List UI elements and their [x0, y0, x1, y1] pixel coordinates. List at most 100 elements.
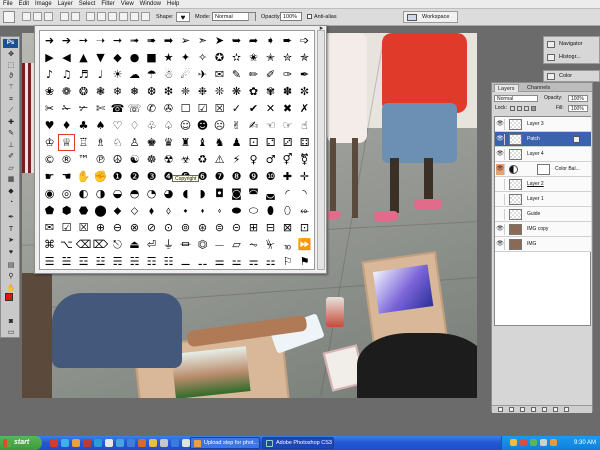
shape-swatch[interactable]: ⬫	[211, 202, 228, 219]
menu-layer[interactable]: Layer	[55, 0, 76, 9]
shape-swatch[interactable]: ●	[126, 49, 143, 66]
shape-swatch[interactable]: ❇	[160, 83, 177, 100]
shape-swatch[interactable]: ✐	[262, 66, 279, 83]
shape-swatch[interactable]: ✉	[41, 219, 58, 236]
shape-swatch[interactable]: ☂	[143, 66, 160, 83]
shape-swatch[interactable]: ✫	[228, 49, 245, 66]
shape-swatch[interactable]: ★	[160, 49, 177, 66]
shape-swatch[interactable]: ™	[75, 151, 92, 168]
shape-swatch[interactable]: ♩	[92, 66, 109, 83]
shape-swatch[interactable]: ◗	[194, 185, 211, 202]
shape-swatch[interactable]: ⏩	[296, 236, 313, 253]
tray-icon[interactable]	[510, 439, 517, 446]
shape-swatch[interactable]: ✗	[296, 100, 313, 117]
shape-swatch[interactable]: ❃	[92, 83, 109, 100]
shape-swatch[interactable]: ☣	[177, 151, 194, 168]
gradient-icon[interactable]: ▦	[6, 175, 16, 184]
eyedropper-icon[interactable]: ⚲	[6, 272, 16, 281]
shape-swatch[interactable]: ⚀	[245, 134, 262, 151]
clone-stamp-icon[interactable]: ⊥	[6, 141, 16, 150]
shape-swatch[interactable]: ▶	[41, 49, 58, 66]
quicklaunch-icon[interactable]	[149, 439, 157, 447]
shape-swatch[interactable]: ⚑	[296, 253, 313, 269]
shape-swatch[interactable]: ♂	[262, 151, 279, 168]
quicklaunch-icon[interactable]	[72, 439, 80, 447]
shape-swatch[interactable]: ⚌	[211, 253, 228, 269]
start-button[interactable]: start	[0, 436, 42, 450]
crop-icon[interactable]: ⌗	[6, 95, 16, 104]
shape-swatch[interactable]: ☻	[194, 117, 211, 134]
shape-swatch[interactable]: ✋	[75, 168, 92, 185]
quicklaunch-icon[interactable]	[160, 439, 168, 447]
shape-swatch[interactable]: ✏	[245, 66, 262, 83]
shape-swatch[interactable]: ◐	[75, 185, 92, 202]
layer-row[interactable]: 👁 Layer 4	[495, 147, 591, 162]
shape-swatch[interactable]: ☯	[126, 151, 143, 168]
shape-swatch[interactable]: ➣	[194, 32, 211, 49]
polygon-tool-button[interactable]	[119, 12, 128, 21]
pen-icon[interactable]: ✒	[6, 213, 16, 222]
opacity-field[interactable]: 100%	[280, 12, 302, 21]
shape-swatch[interactable]: ✪	[211, 49, 228, 66]
link-layers-icon[interactable]	[498, 407, 503, 412]
shape-swatch[interactable]: ❊	[211, 83, 228, 100]
shape-swatch[interactable]: ⎋	[109, 236, 126, 253]
layer-style-icon[interactable]	[573, 136, 580, 143]
task-button-photoshop[interactable]: Adobe Photoshop CS3	[262, 437, 334, 449]
shape-swatch[interactable]: ◘	[211, 185, 228, 202]
layer-row[interactable]: 👁 Color Bal...	[495, 162, 591, 177]
shape-swatch[interactable]: ⊞	[245, 219, 262, 236]
shape-swatch[interactable]: ☒	[75, 219, 92, 236]
layer-row[interactable]: Layer 2	[495, 177, 591, 192]
navigator-tab[interactable]: Navigator	[544, 38, 600, 51]
shape-swatch[interactable]: ⌫	[75, 236, 92, 253]
shape-swatch[interactable]: ☏	[126, 100, 143, 117]
shape-swatch[interactable]: ✖	[279, 100, 296, 117]
paths-button[interactable]	[33, 12, 42, 21]
shape-swatch[interactable]: ⚧	[296, 151, 313, 168]
menu-filter[interactable]: Filter	[98, 0, 117, 9]
shape-swatch[interactable]: ⏎	[143, 236, 160, 253]
shape-swatch[interactable]: ➔	[58, 32, 75, 49]
shape-swatch[interactable]: ◜	[279, 185, 296, 202]
shape-swatch[interactable]: ☶	[143, 253, 160, 269]
shape-swatch[interactable]: ♛	[160, 134, 177, 151]
shape-swatch[interactable]: ♝	[194, 134, 211, 151]
menu-window[interactable]: Window	[137, 0, 164, 9]
shape-swatch[interactable]: ❾	[245, 168, 262, 185]
shape-swatch[interactable]: ✍	[245, 117, 262, 134]
shape-swatch[interactable]: ❁	[58, 83, 75, 100]
shape-swatch[interactable]: ☮	[109, 151, 126, 168]
shape-swatch[interactable]: ✔	[245, 100, 262, 117]
shape-swatch[interactable]: ⚎	[245, 253, 262, 269]
menu-edit[interactable]: Edit	[16, 0, 32, 9]
shape-swatch[interactable]: ♖	[75, 134, 92, 151]
shape-swatch[interactable]: ✒	[296, 66, 313, 83]
shape-swatch[interactable]: ⚂	[279, 134, 296, 151]
shape-swatch[interactable]: ⊛	[194, 219, 211, 236]
rectangle-tool-button[interactable]	[86, 12, 95, 21]
shape-swatch[interactable]: ♡	[109, 117, 126, 134]
shape-swatch[interactable]: ⏥	[228, 236, 245, 253]
shape-swatch[interactable]: ☀	[109, 66, 126, 83]
healing-icon[interactable]: ✚	[6, 118, 16, 127]
shape-swatch[interactable]: ✛	[296, 168, 313, 185]
slice-icon[interactable]: ⟋	[6, 106, 16, 115]
shape-swatch[interactable]: ❿	[262, 168, 279, 185]
picker-scrollbar[interactable]	[317, 30, 325, 270]
shape-swatch[interactable]: ⬤	[92, 202, 109, 219]
shape-swatch[interactable]: ♙	[126, 134, 143, 151]
history-brush-icon[interactable]: ✐	[6, 152, 16, 161]
foreground-color-swatch[interactable]	[5, 293, 13, 301]
shape-swatch[interactable]: ◉	[41, 185, 58, 202]
move-icon[interactable]: ✥	[6, 50, 16, 59]
shape-swatch[interactable]: ⊕	[92, 219, 109, 236]
shape-swatch[interactable]: ®	[58, 151, 75, 168]
shape-swatch[interactable]: ⬩	[177, 202, 194, 219]
shape-swatch[interactable]: ◚	[245, 185, 262, 202]
menu-select[interactable]: Select	[76, 0, 99, 9]
hand-icon[interactable]: ✋	[6, 284, 16, 293]
lock-transparency-icon[interactable]	[510, 106, 515, 111]
shape-swatch[interactable]: ⏤	[211, 236, 228, 253]
shape-swatch[interactable]: ✭	[262, 49, 279, 66]
